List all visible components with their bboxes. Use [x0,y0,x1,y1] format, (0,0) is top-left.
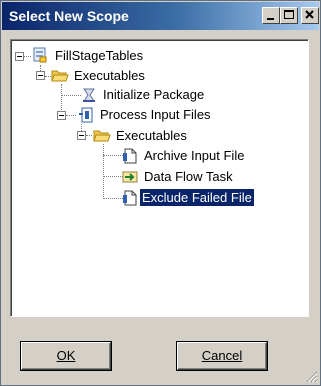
tree-connector [103,198,123,199]
tree-item-data-flow-task[interactable]: Data Flow Task [142,168,235,185]
folder-open-icon [93,126,111,144]
close-icon [305,10,314,19]
folder-open-icon [51,66,69,84]
dialog-title: Select New Scope [9,8,129,24]
tree-item-process-input-files[interactable]: Process Input Files [98,106,213,123]
tree-item-executables[interactable]: Executables [72,67,147,84]
maximize-button[interactable] [280,7,298,24]
cancel-button[interactable]: Cancel [177,342,267,370]
tree-connector [86,135,92,136]
tree-item-archive-input-file[interactable]: Archive Input File [142,147,246,164]
ok-button-label: OK [56,348,76,363]
maximize-icon [284,10,294,19]
collapse-toggle[interactable] [77,131,86,140]
tree-connector [61,95,81,96]
close-button[interactable] [301,7,319,24]
tree-connector [24,56,31,57]
tree-item-fillstagetables[interactable]: FillStageTables [53,47,145,64]
tree-item-executables-nested[interactable]: Executables [114,127,189,144]
minimize-icon [267,18,274,20]
foreach-container-icon [77,106,95,124]
tree-item-exclude-failed-file[interactable]: Exclude Failed File [140,189,254,206]
title-bar[interactable]: Select New Scope [2,2,319,30]
tree-item-initialize-package[interactable]: Initialize Package [101,86,206,103]
sql-task-icon [80,86,98,104]
select-new-scope-dialog: Select New Scope FillStageTables Executa… [0,0,321,386]
resize-grip-icon[interactable] [306,371,318,383]
file-system-task-icon [121,189,139,207]
collapse-toggle[interactable] [57,111,66,120]
tree-connector [103,176,123,177]
collapse-toggle[interactable] [15,52,24,61]
minimize-button[interactable] [262,7,280,24]
file-system-task-icon [121,147,139,165]
tree-connector [103,155,123,156]
ok-button[interactable]: OK [21,342,111,370]
cancel-button-label: Cancel [201,348,243,363]
package-icon [31,46,49,64]
data-flow-icon [121,168,139,186]
tree-connector [103,144,104,199]
tree-connector [66,115,76,116]
collapse-toggle[interactable] [36,71,45,80]
scope-tree[interactable]: FillStageTables Executables Initialize P… [10,39,309,317]
